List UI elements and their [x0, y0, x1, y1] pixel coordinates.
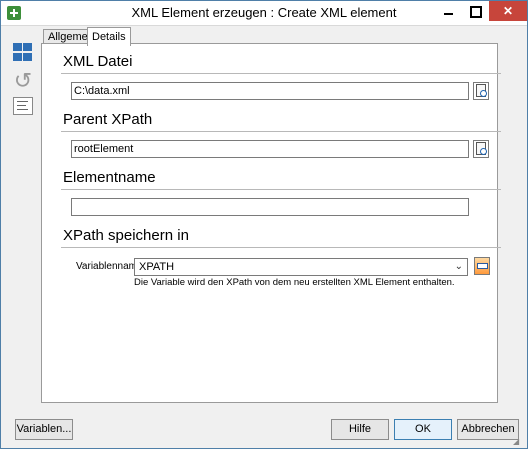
- section-title-xpath-speichern: XPath speichern in: [63, 227, 189, 244]
- variable-name-select[interactable]: XPATH ⌄: [134, 258, 468, 276]
- close-button[interactable]: ✕: [489, 1, 527, 21]
- refresh-icon[interactable]: ↺: [13, 70, 33, 92]
- title-bar: XML Element erzeugen : Create XML elemen…: [1, 1, 527, 26]
- elementname-input[interactable]: [71, 198, 469, 216]
- browse-xpath-icon[interactable]: [473, 140, 489, 158]
- section-divider: [61, 73, 501, 74]
- layout-grid-icon[interactable]: [13, 43, 33, 63]
- section-divider: [61, 247, 501, 248]
- ok-button[interactable]: OK: [394, 419, 452, 440]
- list-view-icon[interactable]: [13, 97, 33, 115]
- browse-file-icon[interactable]: [473, 82, 489, 100]
- help-button[interactable]: Hilfe: [331, 419, 389, 440]
- left-toolbar: ↺: [7, 29, 39, 401]
- variables-button[interactable]: Variablen...: [15, 419, 73, 440]
- dialog-window: XML Element erzeugen : Create XML elemen…: [0, 0, 528, 449]
- chevron-down-icon: ⌄: [454, 261, 463, 272]
- xml-file-input[interactable]: [71, 82, 469, 100]
- variable-name-value: XPATH: [139, 261, 175, 273]
- maximize-button[interactable]: [462, 1, 488, 21]
- parent-xpath-input[interactable]: [71, 140, 469, 158]
- tab-details[interactable]: Details: [87, 27, 131, 46]
- section-title-elementname: Elementname: [63, 169, 156, 186]
- variable-picker-icon[interactable]: [474, 257, 490, 275]
- variable-hint-text: Die Variable wird den XPath von dem neu …: [134, 277, 455, 288]
- minimize-button[interactable]: [435, 1, 461, 21]
- section-title-parent-xpath: Parent XPath: [63, 111, 153, 128]
- section-divider: [61, 189, 501, 190]
- section-title-xml-datei: XML Datei: [63, 53, 133, 70]
- cancel-button[interactable]: Abbrechen: [457, 419, 519, 440]
- resize-grip-icon[interactable]: ◢: [513, 437, 523, 447]
- variable-name-label: Variablenname: [76, 261, 143, 272]
- section-divider: [61, 131, 501, 132]
